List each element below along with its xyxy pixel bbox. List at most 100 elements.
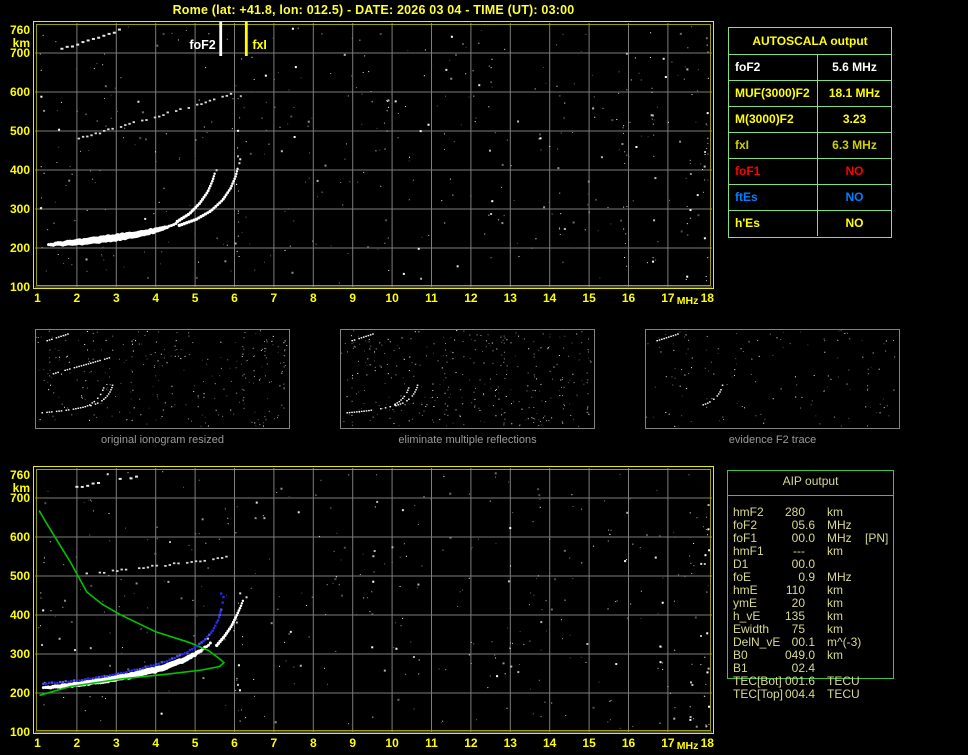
y-axis-tick-label: 400 — [9, 163, 30, 177]
parameter-value: 18.1 MHz — [828, 86, 881, 100]
aip-header-divider — [728, 495, 893, 496]
x-axis-tick-label: 6 — [231, 736, 238, 750]
aip-output-table: AIP output — [727, 470, 894, 679]
thumbnail-trace-layer — [656, 333, 724, 406]
thumbnail-original-ionogram — [35, 329, 290, 429]
ionogram-plot-top: foF2 fxI — [33, 21, 714, 289]
x-axis-tick-label: 11 — [425, 291, 438, 305]
thumbnail-eliminate-reflections — [340, 329, 595, 429]
y-axis-tick-label: 300 — [9, 202, 30, 216]
parameter-label: M(3000)F2 — [729, 107, 818, 132]
thumbnail-canvas-f2 — [646, 330, 896, 427]
thumbnail-noise-layer — [646, 330, 896, 427]
x-axis-tick-label: 8 — [309, 736, 317, 750]
plot-gridlines — [35, 468, 712, 733]
autoscala-table-row: foF1 NO — [729, 159, 891, 185]
parameter-label: foF2 — [729, 55, 818, 80]
x-axis-tick-label: 9 — [349, 736, 357, 750]
thumbnail-evidence-f2 — [645, 329, 900, 429]
thumbnail-caption: eliminate multiple reflections — [398, 434, 537, 446]
autoscala-table-row: foF2 5.6 MHz — [729, 55, 891, 81]
thumbnail-noise-layer — [341, 330, 592, 427]
thumbnail-canvas-reflections — [341, 330, 592, 427]
thumbnail-trace-layer — [346, 333, 419, 414]
parameter-value: 3.23 — [842, 112, 867, 126]
thumbnail-caption: evidence F2 trace — [728, 434, 817, 446]
y-axis-tick-label: 500 — [9, 569, 30, 583]
thumbnail-caption: original ionogram resized — [101, 434, 224, 446]
x-axis-tick-label: 12 — [464, 291, 478, 305]
x-axis-tick-label: 14 — [543, 736, 557, 750]
electron-density-profile-curve — [38, 510, 226, 697]
y-axis-tick-label: 700 — [9, 46, 30, 60]
trace-echo-second-hop — [85, 555, 228, 575]
parameter-value: NO — [845, 216, 864, 230]
x-axis-tick-label: 10 — [385, 291, 399, 305]
noise-speckle-layer — [38, 471, 711, 730]
plot-gridlines — [35, 23, 712, 288]
x-axis-tick-label: 15 — [582, 291, 596, 305]
trace-f2-extraordinary-branch — [215, 599, 245, 648]
fxi-marker-line — [244, 22, 248, 56]
fof2-marker-label: foF2 — [189, 38, 215, 52]
y-axis-tick-label: 600 — [9, 530, 30, 544]
x-axis-tick-label: 1 — [34, 736, 41, 750]
trace-echo-second-hop — [77, 92, 233, 140]
thumbnail-canvas-original — [36, 330, 288, 427]
page-title: Rome (lat: +41.8, lon: 012.5) - DATE: 20… — [172, 3, 575, 17]
y-axis-tick-label: 760 — [9, 22, 30, 37]
thumbnail-trace-layer — [41, 333, 114, 414]
parameter-label: fxI — [729, 133, 818, 158]
ionogram-plot-bottom — [33, 466, 714, 734]
trace-f2-ordinary-branch — [175, 172, 216, 224]
x-axis-tick-label: 6 — [231, 291, 238, 305]
top-ionogram-canvas: foF2 fxI — [35, 22, 712, 288]
bottom-ionogram-canvas — [35, 468, 712, 733]
x-axis-tick-label: 14 — [543, 291, 557, 305]
x-axis-tick-label: 13 — [503, 291, 517, 305]
x-axis-tick-label: 5 — [191, 736, 199, 750]
x-axis-tick-label: 2 — [73, 291, 81, 305]
x-axis-tick-label: 2 — [73, 736, 81, 750]
parameter-label: h'Es — [729, 211, 818, 236]
parameter-unit: TECU — [827, 687, 860, 701]
parameter-value: 5.6 MHz — [832, 60, 877, 74]
x-axis-tick-label: 9 — [349, 291, 357, 305]
fof2-marker-line — [219, 22, 223, 56]
aip-table-row: TEC[Top] 004.4 TECU — [727, 688, 927, 701]
autoscala-table-row: ftEs NO — [729, 185, 891, 211]
y-axis-tick-label: 400 — [9, 608, 30, 622]
parameter-label: foF1 — [729, 159, 818, 184]
x-axis-tick-label: 3 — [112, 736, 120, 750]
x-axis-tick-label: 13 — [503, 736, 517, 750]
x-axis-tick-label: 7 — [270, 736, 278, 750]
noise-speckle-layer — [39, 26, 709, 284]
x-axis-tick-label: 16 — [621, 291, 636, 305]
parameter-value: NO — [845, 190, 864, 204]
autoscala-table-row: h'Es NO — [729, 211, 891, 236]
x-axis-tick-label: 4 — [152, 291, 160, 305]
parameter-value: NO — [845, 164, 864, 178]
autoscala-output-table: AUTOSCALA output foF2 5.6 MHz MUF(3000)F2 1… — [728, 27, 892, 238]
autoscala-table-row: fxI 6.3 MHz — [729, 133, 891, 159]
x-axis-tick-label: 7 — [270, 291, 278, 305]
x-axis-tick-label: 8 — [309, 291, 317, 305]
y-axis-tick-label: 500 — [9, 124, 30, 138]
x-axis-tick-label: 1 — [34, 291, 41, 305]
parameter-label: MUF(3000)F2 — [729, 81, 818, 106]
autoscala-table-header: AUTOSCALA output — [729, 28, 891, 55]
trace-f2-main-band — [47, 221, 178, 247]
x-axis-tick-label: 10 — [385, 736, 399, 750]
trace-f2-extraordinary-branch — [177, 167, 239, 228]
x-axis-tick-label: 5 — [191, 291, 199, 305]
x-axis-unit: MHz — [676, 295, 699, 307]
x-axis-tick-label: 4 — [152, 736, 160, 750]
parameter-value: 6.3 MHz — [832, 138, 877, 152]
y-axis-tick-label: 200 — [9, 686, 30, 700]
thumbnail-noise-layer — [36, 330, 288, 427]
y-axis-tick-label: 700 — [9, 491, 30, 505]
x-axis-unit: MHz — [676, 740, 699, 752]
frequency-markers: foF2 fxI — [189, 22, 267, 56]
parameter-value: 004.4 — [784, 687, 815, 701]
y-axis-tick-label: 760 — [9, 467, 30, 482]
